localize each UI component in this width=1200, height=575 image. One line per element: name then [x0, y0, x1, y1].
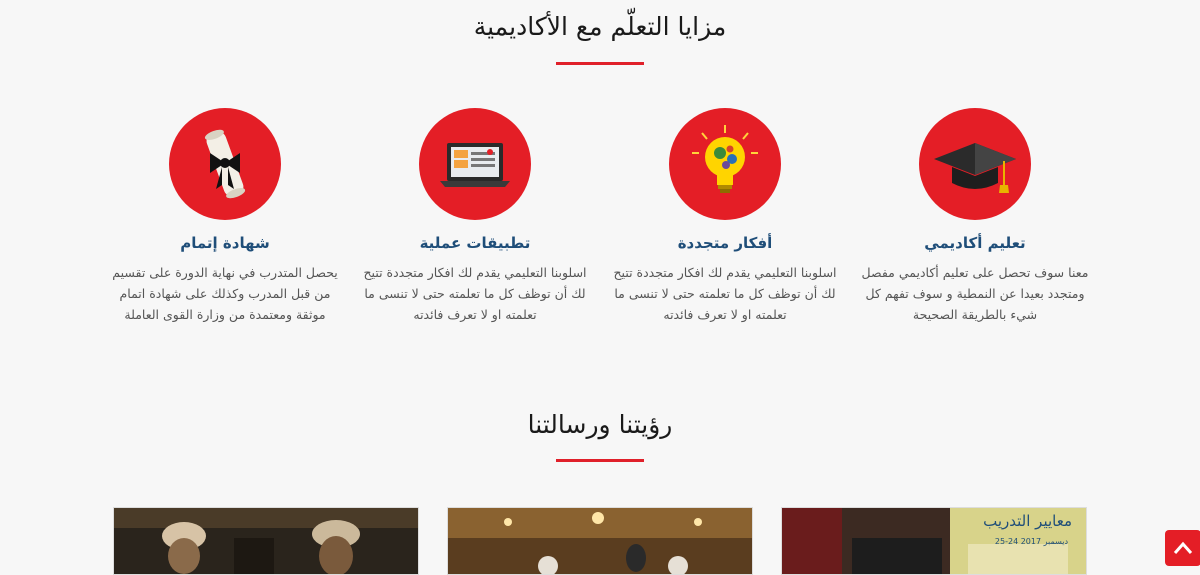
lightbulb-gears-icon: [692, 125, 758, 193]
feature-description: اسلوبنا التعليمي يقدم لك افكار متجددة تت…: [363, 265, 587, 322]
vision-title-underline: [556, 459, 644, 462]
photo-men-in-traditional-dress: [114, 508, 418, 574]
laptop-icon: [440, 143, 510, 187]
features-section-title: مزايا التعلّم مع الأكاديمية: [473, 12, 727, 41]
graduation-cap-icon: [934, 143, 1016, 193]
feature-title: تطبيقات عملية: [419, 234, 531, 252]
feature-title: تعليم أكاديمي: [924, 234, 1026, 252]
banner-date-text: 25-24 ديسمبر 2017: [995, 537, 1069, 546]
feature-practical-applications: تطبيقات عملية اسلوبنا التعليمي يقدم لك ا…: [350, 108, 600, 325]
photo-card[interactable]: [447, 507, 753, 575]
feature-icon-circle: [169, 108, 281, 220]
photo-card[interactable]: معايير التدريب 25-24 ديسمبر 2017: [781, 507, 1087, 575]
photo-training-event-banner: معايير التدريب 25-24 ديسمبر 2017: [782, 508, 1086, 574]
chevron-up-icon: [1173, 541, 1193, 554]
feature-description: اسلوبنا التعليمي يقدم لك افكار متجددة تت…: [613, 265, 837, 322]
feature-new-ideas: أفكار متجددة اسلوبنا التعليمي يقدم لك اف…: [600, 108, 850, 325]
vision-section-title: رؤيتنا ورسالتنا: [527, 410, 673, 439]
feature-description: معنا سوف تحصل على تعليم أكاديمي مفصل ومت…: [861, 265, 1089, 322]
feature-icon-circle: [919, 108, 1031, 220]
diploma-scroll-icon: [204, 129, 246, 199]
features-grid: تعليم أكاديمي معنا سوف تحصل على تعليم أك…: [100, 108, 1100, 338]
photos-row: معايير التدريب 25-24 ديسمبر 2017: [113, 507, 1087, 575]
feature-title: أفكار متجددة: [677, 234, 773, 252]
feature-title: شهادة إتمام: [180, 234, 270, 252]
feature-academic-education: تعليم أكاديمي معنا سوف تحصل على تعليم أك…: [850, 108, 1100, 325]
feature-icon-circle: [669, 108, 781, 220]
features-title-underline: [556, 62, 644, 65]
scroll-to-top-button[interactable]: [1165, 530, 1200, 566]
banner-title-text: معايير التدريب: [983, 512, 1072, 530]
feature-completion-certificate: شهادة إتمام يحصل المتدرب في نهاية الدورة…: [100, 108, 350, 325]
photo-conference-hall: [448, 508, 752, 574]
feature-description: يحصل المتدرب في نهاية الدورة على تقسيم م…: [112, 265, 338, 322]
photo-card[interactable]: [113, 507, 419, 575]
feature-icon-circle: [419, 108, 531, 220]
